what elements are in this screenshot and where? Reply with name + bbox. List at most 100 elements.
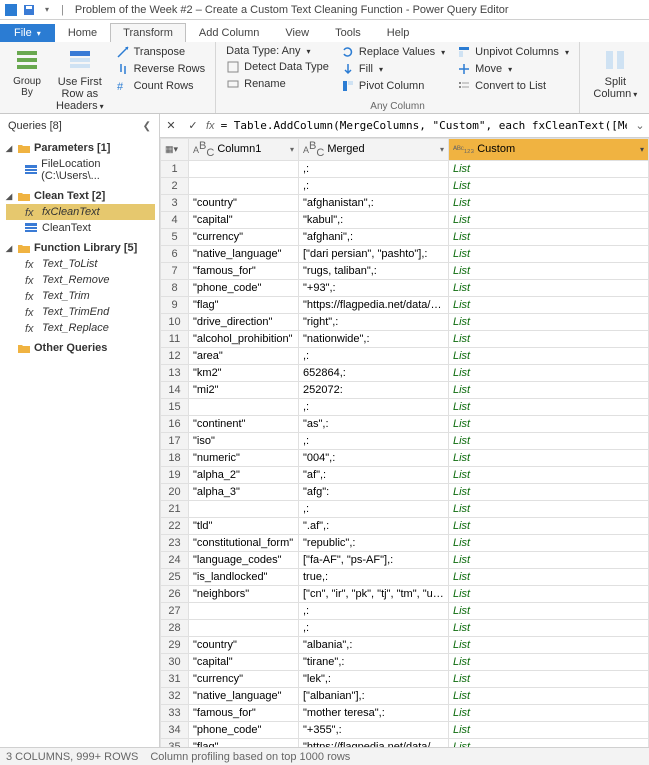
cell[interactable]: "+355",: [299, 721, 449, 738]
row-header[interactable]: 19 [161, 466, 189, 483]
qat-dropdown-icon[interactable]: ▾ [40, 3, 54, 17]
cell[interactable]: "nationwide",: [299, 330, 449, 347]
cell-custom[interactable]: List [449, 466, 649, 483]
detect-data-type-button[interactable]: Detect Data Type [222, 59, 333, 75]
query-item[interactable]: fxText_Trim [6, 288, 155, 304]
row-header[interactable]: 7 [161, 262, 189, 279]
row-header[interactable]: 25 [161, 568, 189, 585]
table-row[interactable]: 24"language_codes"["fa-AF", "ps-AF"],:Li… [161, 551, 649, 568]
cell[interactable]: "mi2" [189, 381, 299, 398]
column-dropdown-icon[interactable]: ▾ [290, 145, 294, 154]
table-row[interactable]: 15,:List [161, 398, 649, 415]
table-row[interactable]: 23"constitutional_form""republic",:List [161, 534, 649, 551]
cell[interactable]: "country" [189, 194, 299, 211]
cell[interactable]: ["albanian"],: [299, 687, 449, 704]
query-item[interactable]: fxText_Replace [6, 320, 155, 336]
data-type-button[interactable]: Data Type: Any▾ [222, 44, 333, 58]
cell[interactable]: "language_codes" [189, 551, 299, 568]
row-header[interactable]: 23 [161, 534, 189, 551]
cell[interactable]: "alcohol_prohibition" [189, 330, 299, 347]
row-header[interactable]: 14 [161, 381, 189, 398]
cell-custom[interactable]: List [449, 551, 649, 568]
ribbon-tab-view[interactable]: View [272, 23, 322, 42]
query-item[interactable]: fxText_ToList [6, 256, 155, 272]
cell[interactable]: "native_language" [189, 687, 299, 704]
collapse-pane-icon[interactable]: ❮ [143, 121, 151, 132]
cell-custom[interactable]: List [449, 738, 649, 747]
cell[interactable]: "as",: [299, 415, 449, 432]
cell[interactable]: "currency" [189, 670, 299, 687]
cell[interactable] [189, 500, 299, 517]
cell[interactable]: "afghanistan",: [299, 194, 449, 211]
cell[interactable]: "is_landlocked" [189, 568, 299, 585]
cell[interactable]: "native_language" [189, 245, 299, 262]
cell-custom[interactable]: List [449, 415, 649, 432]
cell[interactable]: ,: [299, 398, 449, 415]
row-header[interactable]: 8 [161, 279, 189, 296]
cell[interactable]: "numeric" [189, 449, 299, 466]
row-header[interactable]: 2 [161, 177, 189, 194]
cell-custom[interactable]: List [449, 381, 649, 398]
table-row[interactable]: 33"famous_for""mother teresa",:List [161, 704, 649, 721]
column-header[interactable]: ᴬᴮᶜ₁₂₃Custom▾ [449, 139, 649, 161]
cell[interactable]: "drive_direction" [189, 313, 299, 330]
table-row[interactable]: 5"currency""afghani",:List [161, 228, 649, 245]
count-rows-button[interactable]: #Count Rows [112, 78, 210, 94]
row-header[interactable]: 4 [161, 211, 189, 228]
column-header[interactable]: ABCColumn1▾ [189, 139, 299, 161]
column-dropdown-icon[interactable]: ▾ [640, 145, 644, 154]
cell-custom[interactable]: List [449, 347, 649, 364]
cell-custom[interactable]: List [449, 279, 649, 296]
query-item[interactable]: fxfxCleanText [6, 204, 155, 220]
cell[interactable]: "country" [189, 636, 299, 653]
table-row[interactable]: 11"alcohol_prohibition""nationwide",:Lis… [161, 330, 649, 347]
cell-custom[interactable]: List [449, 636, 649, 653]
cell[interactable]: "area" [189, 347, 299, 364]
table-row[interactable]: 20"alpha_3""afg":List [161, 483, 649, 500]
cell[interactable] [189, 160, 299, 177]
reverse-rows-button[interactable]: Reverse Rows [112, 61, 210, 77]
cell-custom[interactable]: List [449, 721, 649, 738]
table-row[interactable]: 14"mi2"252072:List [161, 381, 649, 398]
cell[interactable]: "right",: [299, 313, 449, 330]
cell[interactable]: ,: [299, 432, 449, 449]
table-row[interactable]: 4"capital""kabul",:List [161, 211, 649, 228]
table-row[interactable]: 9"flag""https://flagpedia.net/data/flags… [161, 296, 649, 313]
cell[interactable]: "constitutional_form" [189, 534, 299, 551]
cell[interactable]: "https://flagpedia.net/data/flags/h80/af… [299, 296, 449, 313]
table-row[interactable]: 16"continent""as",:List [161, 415, 649, 432]
unpivot-columns-button[interactable]: Unpivot Columns▾ [453, 44, 573, 60]
cell[interactable]: "capital" [189, 211, 299, 228]
cell-custom[interactable]: List [449, 313, 649, 330]
cell[interactable]: ,: [299, 347, 449, 364]
cell-custom[interactable]: List [449, 619, 649, 636]
expand-formula-icon[interactable]: ⌄ [631, 119, 649, 132]
cell[interactable]: "continent" [189, 415, 299, 432]
rename-button[interactable]: Rename [222, 76, 333, 92]
table-row[interactable]: 26"neighbors"["cn", "ir", "pk", "tj", "t… [161, 585, 649, 602]
cell[interactable]: ,: [299, 177, 449, 194]
cell[interactable]: "kabul",: [299, 211, 449, 228]
cell[interactable]: 652864,: [299, 364, 449, 381]
row-header[interactable]: 29 [161, 636, 189, 653]
cell-custom[interactable]: List [449, 398, 649, 415]
table-row[interactable]: 34"phone_code""+355",:List [161, 721, 649, 738]
cell[interactable]: ,: [299, 602, 449, 619]
cell[interactable]: 252072: [299, 381, 449, 398]
transpose-button[interactable]: Transpose [112, 44, 210, 60]
query-group[interactable]: Other Queries [6, 340, 155, 356]
table-row[interactable]: 10"drive_direction""right",:List [161, 313, 649, 330]
table-row[interactable]: 19"alpha_2""af",:List [161, 466, 649, 483]
cell-custom[interactable]: List [449, 602, 649, 619]
use-first-row-button[interactable]: Use First Row as Headers▾ [52, 44, 108, 114]
table-row[interactable]: 7"famous_for""rugs, taliban",:List [161, 262, 649, 279]
cell[interactable]: "neighbors" [189, 585, 299, 602]
cell[interactable]: "albania",: [299, 636, 449, 653]
column-header[interactable]: ABCMerged▾ [299, 139, 449, 161]
ribbon-tab-help[interactable]: Help [374, 23, 423, 42]
row-header[interactable]: 35 [161, 738, 189, 747]
cell-custom[interactable]: List [449, 194, 649, 211]
row-header[interactable]: 24 [161, 551, 189, 568]
table-row[interactable]: 13"km2"652864,:List [161, 364, 649, 381]
cell[interactable]: "afg": [299, 483, 449, 500]
